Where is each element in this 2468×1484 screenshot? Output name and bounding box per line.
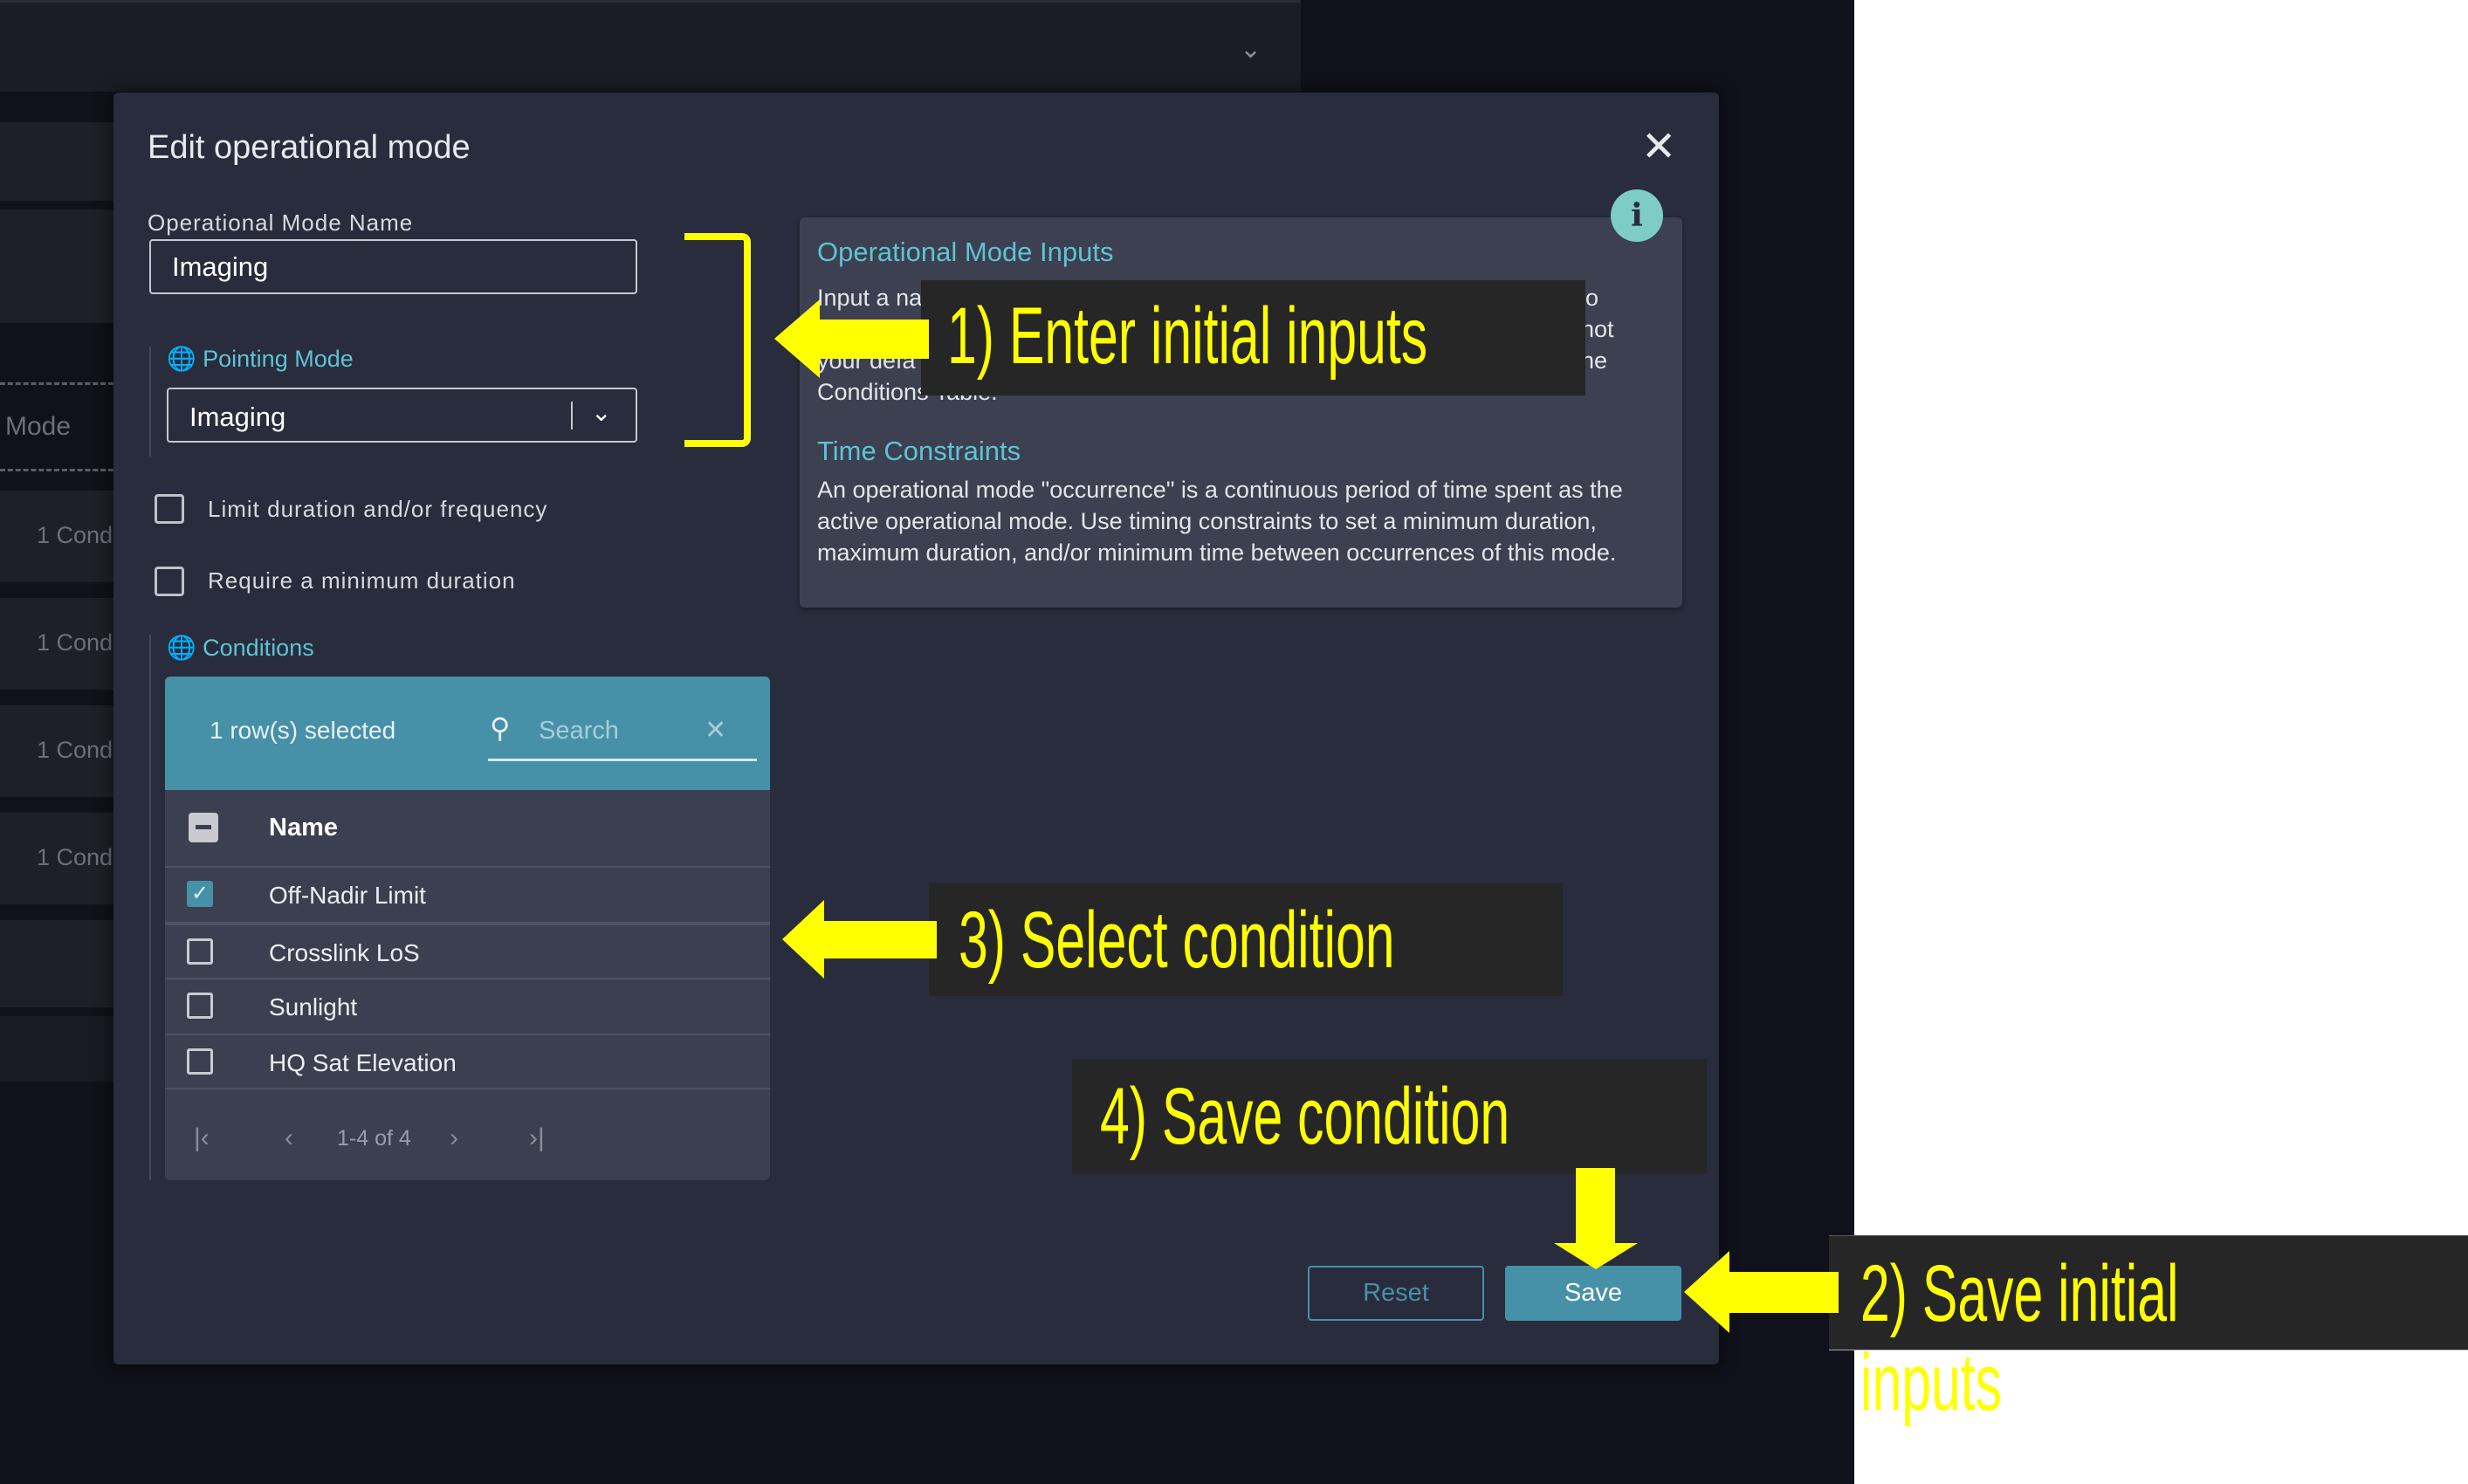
pagination-label: 1-4 of 4 xyxy=(337,1126,411,1151)
arrow-head-icon xyxy=(1684,1251,1729,1333)
globe-icon: 🌐 xyxy=(167,635,196,661)
divider xyxy=(0,469,113,471)
row-checkbox[interactable] xyxy=(187,1048,213,1075)
arrow-head-icon xyxy=(774,299,820,378)
annotation-step2-box: 2) Save initial xyxy=(1829,1235,2468,1350)
dialog-title: Edit operational mode xyxy=(148,129,471,166)
divider xyxy=(571,402,573,429)
row-name: Sunlight xyxy=(269,993,358,1020)
chevron-down-icon[interactable]: ⌄ xyxy=(1240,34,1261,65)
help-text-fragment: not xyxy=(1581,316,1614,342)
row-name: Off-Nadir Limit xyxy=(269,882,426,909)
help-panel: Operational Mode Inputs Input a na o not… xyxy=(800,217,1682,608)
row-name: HQ Sat Elevation xyxy=(269,1049,457,1076)
selection-count: 1 row(s) selected xyxy=(210,717,396,744)
first-page-icon[interactable]: |‹ xyxy=(194,1123,210,1153)
search-icon: ⚲ xyxy=(490,712,511,744)
background-row-value: 1 Cond xyxy=(37,737,113,763)
background-row xyxy=(0,920,113,1007)
help-heading-time-constraints: Time Constraints xyxy=(817,436,1021,466)
table-row[interactable]: ✓ Off-Nadir Limit xyxy=(165,866,770,922)
row-checkbox[interactable] xyxy=(187,938,213,965)
conditions-label: 🌐 Conditions xyxy=(167,634,314,662)
globe-icon: 🌐 xyxy=(167,346,196,372)
annotation-bracket xyxy=(684,233,751,447)
name-label: Operational Mode Name xyxy=(148,210,414,236)
annotation-step1-box: 1) Enter initial inputs xyxy=(921,280,1585,395)
annotation-step4-text: 4) Save condition xyxy=(1100,1072,1510,1161)
previous-page-icon[interactable]: ‹ xyxy=(285,1123,293,1153)
annotation-step2-text: 2) Save initial xyxy=(1860,1249,2179,1338)
table-row[interactable]: Crosslink LoS xyxy=(165,922,770,978)
pointing-mode-label: 🌐 Pointing Mode xyxy=(167,345,354,373)
column-header-name[interactable]: Name xyxy=(269,814,338,842)
background-row-value: 1 Cond xyxy=(37,522,113,548)
clear-search-icon[interactable]: ✕ xyxy=(705,715,726,745)
pointing-mode-select[interactable]: Imaging ⌄ xyxy=(167,388,637,443)
conditions-label-text: Conditions xyxy=(203,635,314,661)
row-name: Crosslink LoS xyxy=(269,939,420,966)
table-header-row: Name xyxy=(165,790,770,866)
last-page-icon[interactable]: ›| xyxy=(529,1123,545,1153)
arrow-left-icon xyxy=(818,319,929,359)
next-page-icon[interactable]: › xyxy=(450,1123,458,1153)
background-row xyxy=(0,1016,113,1082)
arrow-down-icon xyxy=(1576,1168,1615,1245)
table-row[interactable]: Sunlight xyxy=(165,978,770,1034)
background-row[interactable]: 1 Cond xyxy=(0,491,113,582)
background-row-value: 1 Cond xyxy=(37,844,113,870)
pointing-mode-value: Imaging xyxy=(189,402,286,432)
minimum-duration-checkbox[interactable] xyxy=(155,567,184,596)
minimum-duration-label: Require a minimum duration xyxy=(208,567,516,594)
annotation-step1-text: 1) Enter initial inputs xyxy=(947,292,1428,381)
help-heading-inputs: Operational Mode Inputs xyxy=(817,237,1114,267)
background-row[interactable]: 1 Cond xyxy=(0,598,113,690)
search-underline xyxy=(488,759,757,761)
row-checkbox-checked[interactable]: ✓ xyxy=(187,881,213,907)
background-row[interactable]: 1 Cond xyxy=(0,705,113,797)
arrow-head-icon xyxy=(1554,1243,1638,1269)
info-icon[interactable]: i xyxy=(1611,189,1663,242)
background-row xyxy=(0,210,113,323)
arrow-left-icon xyxy=(823,921,937,958)
divider xyxy=(0,382,113,385)
divider xyxy=(149,635,151,1180)
close-icon[interactable]: ✕ xyxy=(1641,122,1676,171)
reset-button[interactable]: Reset xyxy=(1308,1266,1484,1321)
arrow-left-icon xyxy=(1729,1272,1839,1313)
help-text-fragment: o xyxy=(1585,285,1599,311)
divider xyxy=(149,347,151,457)
row-checkbox[interactable] xyxy=(187,993,213,1019)
help-text-fragment: Input a na xyxy=(817,285,923,311)
background-mode-label: Mode xyxy=(5,412,72,441)
select-all-checkbox[interactable] xyxy=(189,813,218,842)
limit-duration-checkbox[interactable] xyxy=(155,494,184,524)
annotation-step4-box: 4) Save condition xyxy=(1072,1059,1707,1174)
save-button[interactable]: Save xyxy=(1505,1266,1681,1321)
search-input[interactable]: Search xyxy=(539,717,619,745)
conditions-table: 1 row(s) selected ⚲ Search ✕ Name ✓ Off-… xyxy=(165,677,770,1180)
annotation-step3-text: 3) Select condition xyxy=(959,896,1395,985)
background-row xyxy=(0,122,113,201)
help-text-time-constraints: An operational mode "occurrence" is a co… xyxy=(817,477,1623,566)
table-row[interactable]: HQ Sat Elevation xyxy=(165,1034,770,1089)
arrow-head-icon xyxy=(782,900,824,979)
chevron-down-icon[interactable]: ⌄ xyxy=(591,398,611,427)
annotation-step2-text-overflow: inputs xyxy=(1860,1338,2003,1427)
pointing-mode-label-text: Pointing Mode xyxy=(203,346,354,372)
limit-duration-label: Limit duration and/or frequency xyxy=(208,496,548,522)
background-row[interactable]: 1 Cond xyxy=(0,813,113,904)
background-row-value: 1 Cond xyxy=(37,629,113,656)
annotation-step3-box: 3) Select condition xyxy=(929,883,1563,996)
top-bar: ⌄ xyxy=(0,0,1301,92)
operational-mode-name-input[interactable] xyxy=(149,239,637,294)
table-toolbar: 1 row(s) selected ⚲ Search ✕ xyxy=(165,677,770,790)
